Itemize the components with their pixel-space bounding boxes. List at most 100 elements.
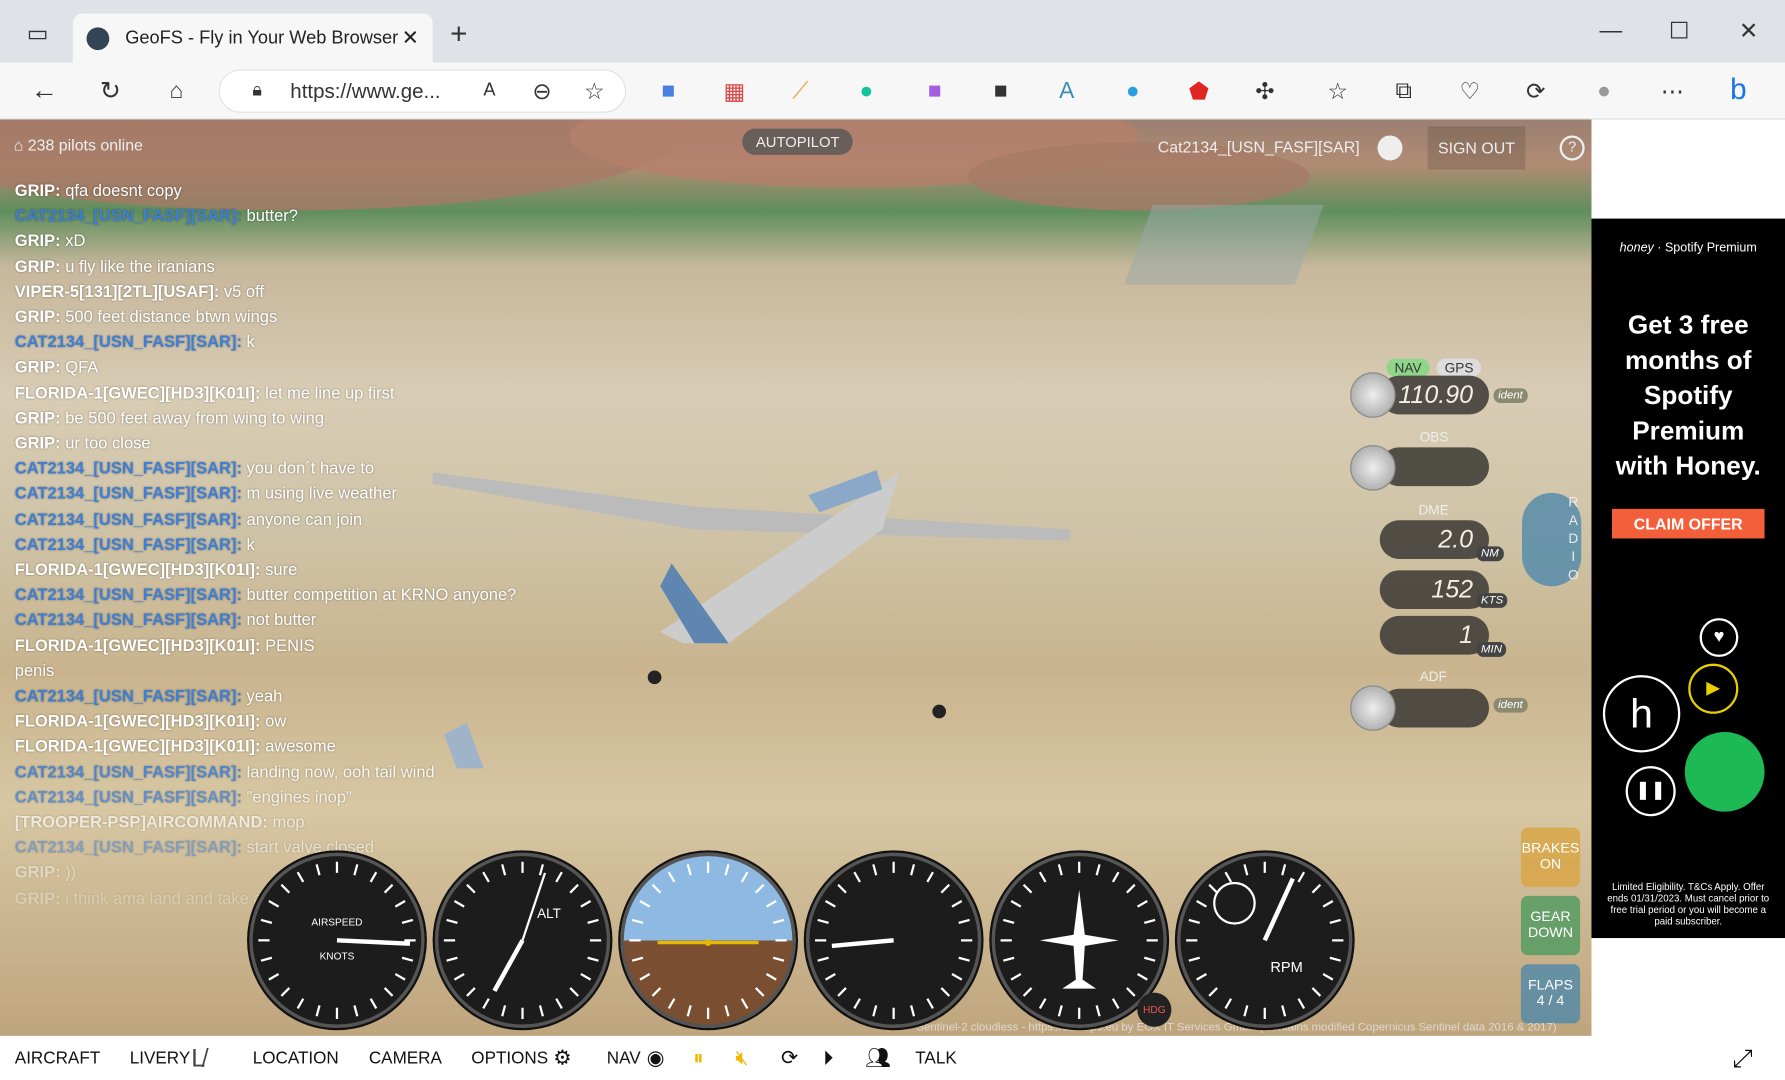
chat-sender[interactable]: GRIP: xyxy=(15,233,61,251)
chat-sender[interactable]: CAT2134_[USN_FASF][SAR]: xyxy=(15,207,242,225)
chat-text: QFA xyxy=(65,359,99,378)
options-button[interactable]: OPTIONS xyxy=(471,1048,548,1067)
more-icon[interactable]: ⋯ xyxy=(1655,74,1689,108)
nav-button[interactable]: NAV xyxy=(607,1048,641,1067)
hdg-button[interactable]: HDG xyxy=(1137,992,1172,1027)
help-icon[interactable]: ? xyxy=(1559,135,1585,161)
chat-sender[interactable]: GRIP: xyxy=(15,410,61,428)
tab-geofs[interactable]: GeoFS - Fly in Your Web Browser ✕ xyxy=(72,13,433,63)
home-icon[interactable]: ⌂ xyxy=(14,135,28,153)
chat-sender[interactable]: CAT2134_[USN_FASF][SAR]: xyxy=(15,612,242,630)
extensions-icon[interactable]: ✣ xyxy=(1248,74,1282,108)
puzzle-extension-icon[interactable]: ■ xyxy=(918,74,952,108)
shield-extension-icon[interactable]: ⬟ xyxy=(1182,74,1216,108)
zoom-icon[interactable]: ⊖ xyxy=(525,74,559,108)
airspeed-label: AIRSPEED xyxy=(311,918,362,929)
fullscreen-icon[interactable]: ⤢ xyxy=(1733,1043,1753,1073)
chat-sender[interactable]: GRIP: xyxy=(15,359,61,377)
chat-message: FLORIDA-1[GWEC][HD3][K01I]: sure xyxy=(15,558,517,583)
chat-sender[interactable]: CAT2134_[USN_FASF][SAR]: xyxy=(15,460,242,478)
chat-sender[interactable]: GRIP: xyxy=(15,309,61,327)
chat-sender[interactable]: FLORIDA-1[GWEC][HD3][K01I]: xyxy=(15,637,261,655)
chat-sender[interactable]: GRIP: xyxy=(15,865,61,883)
chat-sender[interactable]: CAT2134_[USN_FASF][SAR]: xyxy=(15,536,242,554)
profile-avatar[interactable]: ● xyxy=(1587,74,1621,108)
home-icon[interactable]: ⌂ xyxy=(159,74,193,108)
carrot-extension-icon[interactable]: ⟋ xyxy=(783,74,817,108)
read-aloud-icon[interactable]: A xyxy=(472,74,506,108)
chat-sender[interactable]: VIPER-5[131][2TL][USAF]: xyxy=(15,283,220,301)
chat-sender[interactable]: CAT2134_[USN_FASF][SAR]: xyxy=(15,763,242,781)
minimize-icon[interactable]: — xyxy=(1594,14,1628,48)
cube-extension-icon[interactable]: ▦ xyxy=(717,74,751,108)
gear-button[interactable]: GEAR DOWN xyxy=(1520,895,1581,956)
advertisement[interactable]: honey · Spotify Premium Get 3 free month… xyxy=(1591,218,1785,939)
nav-ident-button[interactable]: ident xyxy=(1493,388,1528,403)
chat-sender[interactable]: [TROOPER-PSP]AIRCOMMAND: xyxy=(15,814,268,832)
chat-sender[interactable]: CAT2134_[USN_FASF][SAR]: xyxy=(15,485,242,503)
grammarly-icon[interactable]: ● xyxy=(849,74,883,108)
chat-sender[interactable]: FLORIDA-1[GWEC][HD3][K01I]: xyxy=(15,713,261,731)
livery-button[interactable]: LIVERY xyxy=(130,1048,190,1067)
brakes-button[interactable]: BRAKES ON xyxy=(1520,827,1581,887)
chat-sender[interactable]: GRIP: xyxy=(15,435,61,453)
chat-sender[interactable]: FLORIDA-1[GWEC][HD3][K01I]: xyxy=(15,738,261,756)
nav-knob[interactable] xyxy=(1350,372,1396,418)
new-tab-icon[interactable]: + xyxy=(442,15,476,50)
play-icon[interactable]: ⏵ xyxy=(823,1046,833,1070)
chat-sender[interactable]: GRIP: xyxy=(15,258,61,276)
notification-extension-icon[interactable]: ■ xyxy=(984,74,1018,108)
health-icon[interactable]: ♡ xyxy=(1453,74,1487,108)
claim-offer-button[interactable]: CLAIM OFFER xyxy=(1611,508,1765,539)
back-icon[interactable]: ← xyxy=(27,74,61,108)
players-icon[interactable]: 👥︎ xyxy=(865,1046,891,1070)
pause-icon[interactable]: ⏸ xyxy=(693,1046,703,1070)
nav-toggle[interactable]: NAV xyxy=(1386,358,1430,377)
chat-sender[interactable]: CAT2134_[USN_FASF][SAR]: xyxy=(15,334,242,352)
gauge-tick xyxy=(772,918,785,924)
obs-knob[interactable] xyxy=(1350,445,1396,491)
compass-icon[interactable]: ◉ xyxy=(647,1046,665,1070)
refresh-icon[interactable]: ↻ xyxy=(93,74,127,108)
bing-icon[interactable]: b xyxy=(1721,71,1755,106)
radio-tab[interactable]: RADIO xyxy=(1522,492,1582,587)
chat-sender[interactable]: FLORIDA-1[GWEC][HD3][K01I]: xyxy=(15,561,261,579)
close-window-icon[interactable]: ✕ xyxy=(1732,14,1766,48)
translate-extension-icon[interactable]: ■ xyxy=(651,74,685,108)
close-tab-icon[interactable]: ✕ xyxy=(402,26,419,50)
adf-ident-button[interactable]: ident xyxy=(1493,697,1528,713)
autopilot-button[interactable]: AUTOPILOT xyxy=(742,128,854,155)
ls-logo-icon: L̸ xyxy=(191,1043,206,1072)
location-button[interactable]: LOCATION xyxy=(253,1048,339,1067)
font-extension-icon[interactable]: A xyxy=(1050,74,1084,108)
gps-toggle[interactable]: GPS xyxy=(1436,358,1482,377)
mute-icon[interactable]: 🔇︎ xyxy=(735,1046,748,1070)
aircraft-button[interactable]: AIRCRAFT xyxy=(15,1048,100,1067)
chat-sender[interactable]: GRIP: xyxy=(15,890,61,908)
sign-out-button[interactable]: SIGN OUT xyxy=(1427,126,1526,170)
chat-sender[interactable]: CAT2134_[USN_FASF][SAR]: xyxy=(15,688,242,706)
chat-message: penis xyxy=(15,659,517,684)
reset-icon[interactable]: ⟳ xyxy=(781,1046,798,1070)
talk-button[interactable]: TALK xyxy=(915,1048,956,1067)
adf-knob[interactable] xyxy=(1350,685,1396,731)
chat-sender[interactable]: CAT2134_[USN_FASF][SAR]: xyxy=(15,789,242,807)
chat-sender[interactable]: CAT2134_[USN_FASF][SAR]: xyxy=(15,587,242,605)
flight-viewport[interactable]: ⌂ 238 pilots online AUTOPILOT Cat2134_[U… xyxy=(0,119,1592,1036)
chat-sender[interactable]: FLORIDA-1[GWEC][HD3][K01I]: xyxy=(15,384,261,402)
chat-sender[interactable]: GRIP: xyxy=(15,182,61,200)
favorites-icon[interactable]: ☆ xyxy=(1321,74,1355,108)
chat-sender[interactable]: CAT2134_[USN_FASF][SAR]: xyxy=(15,839,242,857)
tab-actions-icon[interactable]: ▭ xyxy=(20,16,54,50)
maximize-icon[interactable]: ☐ xyxy=(1662,14,1696,48)
chat-sender[interactable]: CAT2134_[USN_FASF][SAR]: xyxy=(15,511,242,529)
camera-button[interactable]: CAMERA xyxy=(369,1048,442,1067)
flaps-button[interactable]: FLAPS 4 / 4 xyxy=(1520,964,1581,1024)
address-bar[interactable]: 🔒︎ https://www.ge... A ⊖ ☆ xyxy=(218,69,627,113)
share-icon[interactable]: ⟳ xyxy=(1519,74,1553,108)
user-icon[interactable] xyxy=(1377,135,1403,161)
gear-icon[interactable]: ⚙ xyxy=(553,1046,571,1070)
favorite-icon[interactable]: ☆ xyxy=(577,74,611,108)
edge-extension-icon[interactable]: ● xyxy=(1116,74,1150,108)
collections-icon[interactable]: ⧉ xyxy=(1387,74,1421,108)
